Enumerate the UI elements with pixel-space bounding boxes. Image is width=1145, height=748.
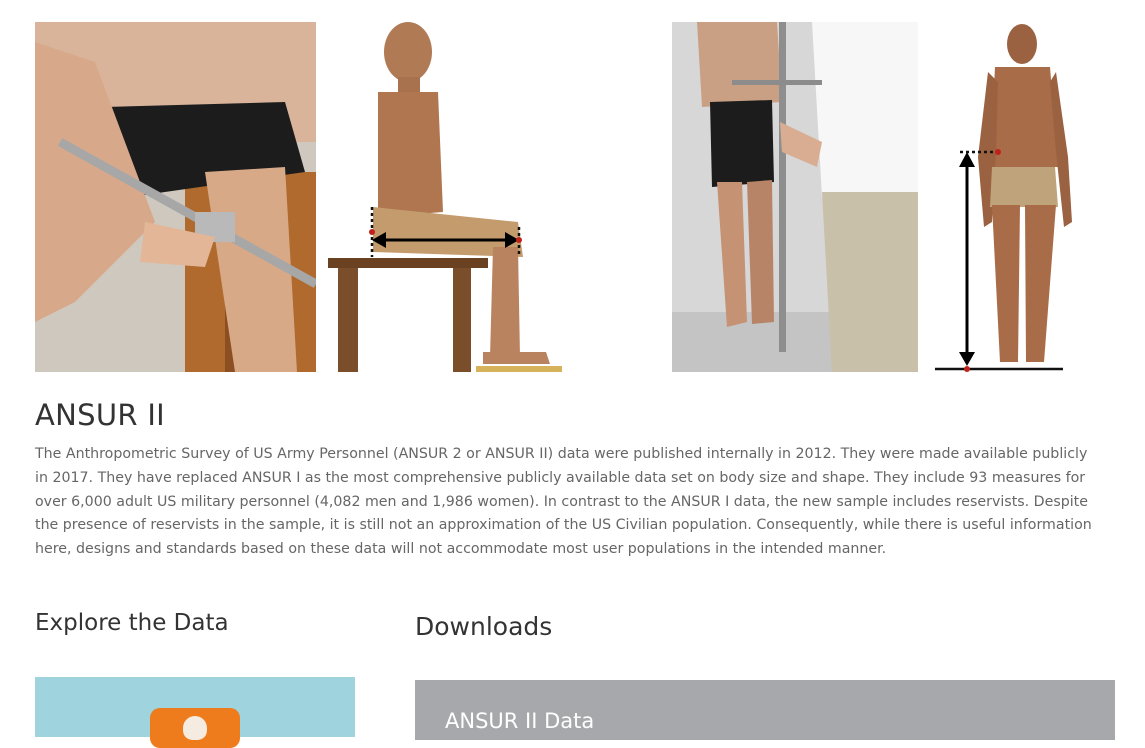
standing-measurement-photo — [672, 22, 918, 372]
downloads-heading: Downloads — [415, 612, 553, 641]
explore-heading: Explore the Data — [35, 610, 229, 636]
standing-measurement-diagram — [930, 22, 1110, 372]
app-icon[interactable] — [150, 708, 240, 748]
page-title: ANSUR II — [35, 398, 166, 432]
download-card-ansur-ii[interactable]: ANSUR II Data — [415, 680, 1115, 740]
seated-measurement-photo — [35, 22, 316, 372]
section-description: The Anthropometric Survey of US Army Per… — [35, 446, 1092, 558]
skull-icon — [183, 716, 207, 740]
explore-data-card[interactable] — [35, 677, 355, 748]
seated-measurement-diagram — [328, 22, 568, 372]
download-card-title: ANSUR II Data — [445, 709, 595, 733]
